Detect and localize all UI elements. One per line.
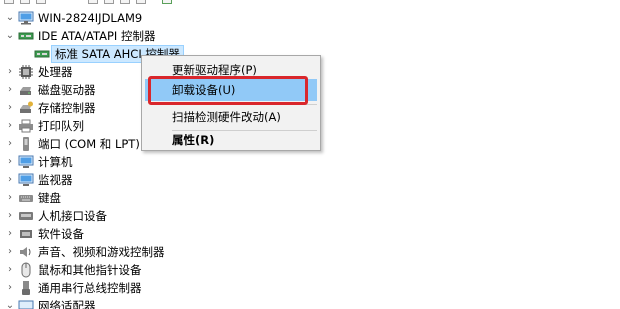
toolbar-edge [0, 0, 620, 6]
tree-item-label: 监视器 [38, 173, 73, 187]
toolbar-button-icon[interactable] [104, 0, 114, 4]
tree-item-label: 处理器 [38, 65, 73, 79]
tree-item-label: 计算机 [38, 155, 73, 169]
printer-icon [19, 119, 33, 133]
ide-controller-icon [18, 32, 34, 40]
chevron-right-icon[interactable]: › [4, 282, 16, 294]
tree-item-label: 声音、视频和游戏控制器 [38, 245, 165, 259]
tree-item-software-device[interactable]: › 软件设备 [0, 225, 620, 243]
tree-item-label: 人机接口设备 [38, 209, 107, 223]
tree-item-label: IDE ATA/ATAPI 控制器 [38, 29, 156, 43]
tree-item-computer[interactable]: › 计算机 [0, 153, 620, 171]
chevron-right-icon[interactable]: › [4, 66, 16, 78]
ide-device-icon [34, 50, 50, 58]
keyboard-icon [19, 195, 33, 202]
tree-item-label: 打印队列 [38, 119, 84, 133]
chevron-right-icon[interactable]: › [4, 192, 16, 204]
chevron-right-icon[interactable]: › [4, 120, 16, 132]
chevron-right-icon[interactable]: › [4, 84, 16, 96]
disk-drive-icon [20, 87, 31, 95]
tree-item-label: 通用串行总线控制器 [38, 281, 142, 295]
toolbar-button-icon[interactable] [120, 0, 130, 4]
tree-item-label: 网络适配器 [38, 299, 96, 309]
tree-item-sound[interactable]: › 声音、视频和游戏控制器 [0, 243, 620, 261]
chevron-right-icon[interactable]: › [4, 264, 16, 276]
hid-icon [19, 212, 33, 220]
chevron-right-icon[interactable]: › [4, 174, 16, 186]
monitor-icon [18, 173, 34, 186]
tree-item-label: 鼠标和其他指针设备 [38, 263, 142, 277]
software-device-icon [20, 230, 32, 238]
tree-item-hid[interactable]: › 人机接口设备 [0, 207, 620, 225]
tree-item-label: 软件设备 [38, 227, 84, 241]
toolbar-button-icon[interactable] [36, 0, 46, 4]
chevron-right-icon[interactable]: › [4, 138, 16, 150]
device-manager-window: ⌄ WIN-2824IJDLAM9 ⌄ IDE ATA/ATAPI 控制器 标准… [0, 0, 620, 309]
chevron-right-icon[interactable]: › [4, 210, 16, 222]
toolbar-button-icon[interactable] [162, 0, 172, 4]
port-icon [23, 137, 29, 151]
monitor-icon [18, 155, 34, 168]
tree-item-monitors[interactable]: › 监视器 [0, 171, 620, 189]
tree-item-label: 存储控制器 [38, 101, 96, 115]
chevron-down-icon[interactable]: ⌄ [4, 30, 16, 42]
processor-icon [19, 65, 33, 79]
menu-separator [172, 104, 317, 105]
menu-item-scan-hardware[interactable]: 扫描检测硬件改动(A) [145, 106, 317, 128]
chevron-down-icon[interactable]: ⌄ [4, 12, 16, 24]
chevron-down-icon[interactable]: ⌄ [4, 300, 16, 309]
toolbar-button-icon[interactable] [4, 0, 14, 4]
menu-item-update-driver[interactable]: 更新驱动程序(P) [145, 59, 317, 81]
toolbar-button-icon[interactable] [20, 0, 30, 4]
menu-item-uninstall-device[interactable]: 卸载设备(U) [145, 79, 317, 101]
mouse-icon [21, 262, 31, 278]
chevron-right-icon[interactable]: › [4, 228, 16, 240]
tree-item-network[interactable]: ⌄ 网络适配器 [0, 297, 620, 309]
tree-item-usb[interactable]: › 通用串行总线控制器 [0, 279, 620, 297]
toolbar-button-icon[interactable] [136, 0, 146, 4]
tree-item-ide[interactable]: ⌄ IDE ATA/ATAPI 控制器 [0, 27, 620, 45]
tree-item-label: 磁盘驱动器 [38, 83, 96, 97]
tree-root-label: WIN-2824IJDLAM9 [38, 11, 143, 25]
tree-item-label: 键盘 [38, 191, 61, 205]
storage-controller-icon [20, 101, 33, 113]
chevron-right-icon[interactable]: › [4, 102, 16, 114]
speaker-icon [20, 247, 31, 257]
computer-root-icon [18, 11, 34, 25]
tree-item-label: 端口 (COM 和 LPT) [38, 137, 140, 151]
tree-root-row[interactable]: ⌄ WIN-2824IJDLAM9 [0, 9, 620, 27]
context-menu: 更新驱动程序(P) 卸载设备(U) 扫描检测硬件改动(A) 属性(R) [141, 55, 321, 151]
tree-item-keyboard[interactable]: › 键盘 [0, 189, 620, 207]
network-adapter-icon [18, 300, 34, 309]
chevron-right-icon[interactable]: › [4, 246, 16, 258]
tree-item-mouse[interactable]: › 鼠标和其他指针设备 [0, 261, 620, 279]
toolbar-button-icon[interactable] [88, 0, 98, 4]
usb-icon [22, 281, 30, 295]
menu-item-properties[interactable]: 属性(R) [145, 129, 317, 151]
chevron-right-icon[interactable]: › [4, 156, 16, 168]
